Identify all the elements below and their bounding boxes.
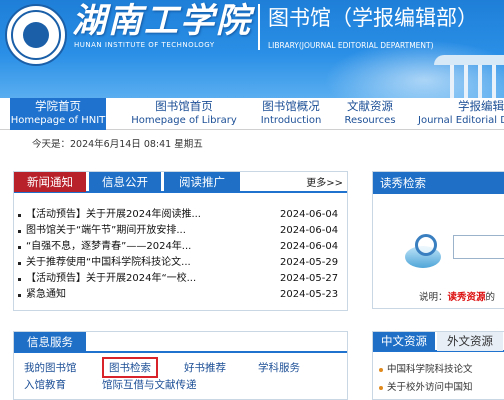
news-date: 2024-06-04 [280, 225, 339, 236]
news-title[interactable]: 【活动预告】关于开展2024年阅读推... [26, 207, 251, 223]
nav-item-introduction[interactable]: 图书馆概况 Introduction [254, 98, 328, 130]
lens-shape [415, 234, 437, 256]
nav-item-label-cn: 文献资源 [347, 99, 393, 113]
nav-item-journal[interactable]: 学报编辑 Journal Editorial D [416, 98, 504, 130]
nav-item-label-cn: 图书馆首页 [155, 99, 213, 113]
list-item[interactable]: 关于推荐使用“中国科学院科技论文... 2024-05-29 [18, 255, 344, 271]
nav-item-label-en: Introduction [260, 115, 322, 126]
list-item[interactable]: 图书馆关于“端午节”期间开放安排... 2024-06-04 [18, 223, 344, 239]
news-list: 【活动预告】关于开展2024年阅读推... 2024-06-04 图书馆关于“端… [18, 207, 344, 303]
header-banner: 湖南工学院 HUNAN INSTITUTE OF TECHNOLOGY 图书馆（… [0, 0, 504, 98]
nav-item-resources[interactable]: 文献资源 Resources [340, 98, 400, 130]
news-title[interactable]: 紧急通知 [26, 287, 251, 303]
bullet-icon [18, 278, 21, 281]
library-subtitle: LIBRARY(JOURNAL EDITORIAL DEPARTMENT) [268, 41, 434, 50]
building-illustration-icon [434, 55, 504, 98]
news-tabs: 新闻通知 信息公开 阅读推广 更多>> [14, 172, 347, 193]
bullet-dot-icon [379, 385, 383, 390]
duxiu-note-highlight[interactable]: 读秀资源 [448, 292, 486, 303]
tab-news[interactable]: 新闻通知 [14, 172, 86, 192]
bullet-icon [18, 214, 21, 217]
resources-panel: 中文资源 外文资源 中国科学院科技论文 关于校外访问中国知 [372, 331, 504, 400]
list-item[interactable]: 【活动预告】关于开展2024年“一校... 2024-05-27 [18, 271, 344, 287]
library-title: 图书馆（学报编辑部） [268, 6, 478, 30]
nav-item-label-en: Resources [344, 115, 396, 126]
tab-info-disclosure[interactable]: 信息公开 [89, 172, 161, 192]
nav-item-label-cn: 学院首页 [35, 99, 81, 113]
duxiu-note: 说明：读秀资源的 [419, 289, 495, 303]
bullet-icon [18, 230, 21, 233]
list-item[interactable]: 关于校外访问中国知 [379, 379, 473, 393]
news-panel: 新闻通知 信息公开 阅读推广 更多>> 【活动预告】关于开展2024年阅读推..… [13, 171, 348, 311]
tab-chinese-resources[interactable]: 中文资源 [373, 332, 435, 351]
my-library-link[interactable]: 我的图书馆 [24, 360, 77, 375]
news-title[interactable]: 图书馆关于“端午节”期间开放安排... [26, 223, 251, 239]
list-item[interactable]: “自强不息，逐梦青春”——2024年... 2024-06-04 [18, 239, 344, 255]
list-item[interactable]: 【活动预告】关于开展2024年阅读推... 2024-06-04 [18, 207, 344, 223]
list-item[interactable]: 紧急通知 2024-05-23 [18, 287, 344, 303]
building-column [478, 65, 482, 98]
news-title[interactable]: 【活动预告】关于开展2024年“一校... [26, 271, 251, 287]
resource-title: 关于校外访问中国知 [387, 382, 473, 393]
resource-title: 中国科学院科技论文 [387, 364, 473, 375]
list-item[interactable]: 中国科学院科技论文 [379, 361, 473, 375]
school-name-en: HUNAN INSTITUTE OF TECHNOLOGY [74, 41, 215, 49]
duxiu-title: 读秀检索 [380, 176, 426, 190]
school-name-cn: 湖南工学院 [72, 1, 252, 41]
news-date: 2024-06-04 [280, 209, 339, 220]
building-column [492, 65, 496, 98]
interlibrary-loan-link[interactable]: 馆际互借与文献传递 [102, 377, 197, 392]
bullet-icon [18, 246, 21, 249]
bullet-icon [18, 294, 21, 297]
building-roof [434, 55, 504, 65]
duxiu-header: 读秀检索 [373, 172, 504, 194]
news-date: 2024-05-23 [280, 289, 339, 300]
info-services-header: 信息服务 [14, 332, 347, 353]
news-title[interactable]: “自强不息，逐梦青春”——2024年... [26, 239, 251, 255]
tab-foreign-resources[interactable]: 外文资源 [437, 332, 503, 351]
nav-item-label-cn: 图书馆概况 [262, 99, 320, 113]
building-column [450, 65, 454, 98]
news-date: 2024-05-27 [280, 273, 339, 284]
subject-service-link[interactable]: 学科服务 [258, 360, 300, 375]
current-date: 今天是：2024年6月14日 08:41 星期五 [32, 139, 203, 150]
tab-reading-promotion[interactable]: 阅读推广 [164, 172, 240, 192]
duxiu-search-input[interactable] [453, 235, 504, 259]
news-date: 2024-06-04 [280, 241, 339, 252]
bullet-dot-icon [379, 367, 383, 372]
nav-item-hnit-home[interactable]: 学院首页 Homepage of HNIT [10, 98, 106, 130]
banner-divider [258, 4, 260, 50]
duxiu-note-tail: 的 [485, 292, 496, 303]
nav-item-label-en: Journal Editorial D [418, 115, 504, 126]
duxiu-note-label: 说明： [419, 292, 448, 303]
news-title[interactable]: 关于推荐使用“中国科学院科技论文... [26, 255, 251, 271]
nav-item-label-cn: 学报编辑 [458, 99, 504, 113]
building-column [464, 65, 468, 98]
logo-core [23, 22, 49, 48]
nav-item-library-home[interactable]: 图书馆首页 Homepage of Library [128, 98, 240, 130]
info-services-title: 信息服务 [14, 332, 86, 352]
nav-item-label-en: Homepage of Library [131, 115, 237, 126]
news-date: 2024-05-29 [280, 257, 339, 268]
nav-item-label-en: Homepage of HNIT [10, 115, 106, 126]
bullet-icon [18, 262, 21, 265]
main-nav: 学院首页 Homepage of HNIT 图书馆首页 Homepage of … [0, 98, 504, 130]
info-services-panel: 信息服务 我的图书馆 图书检索 好书推荐 学科服务 入馆教育 馆际互借与文献传递 [13, 331, 348, 400]
resources-tabs: 中文资源 外文资源 [373, 332, 504, 352]
school-logo-icon[interactable] [5, 4, 67, 66]
more-link[interactable]: 更多>> [306, 174, 343, 189]
magnifier-disc-icon [403, 234, 443, 270]
book-search-link[interactable]: 图书检索 [102, 357, 158, 378]
orientation-link[interactable]: 入馆教育 [24, 377, 66, 392]
book-recommend-link[interactable]: 好书推荐 [184, 360, 226, 375]
